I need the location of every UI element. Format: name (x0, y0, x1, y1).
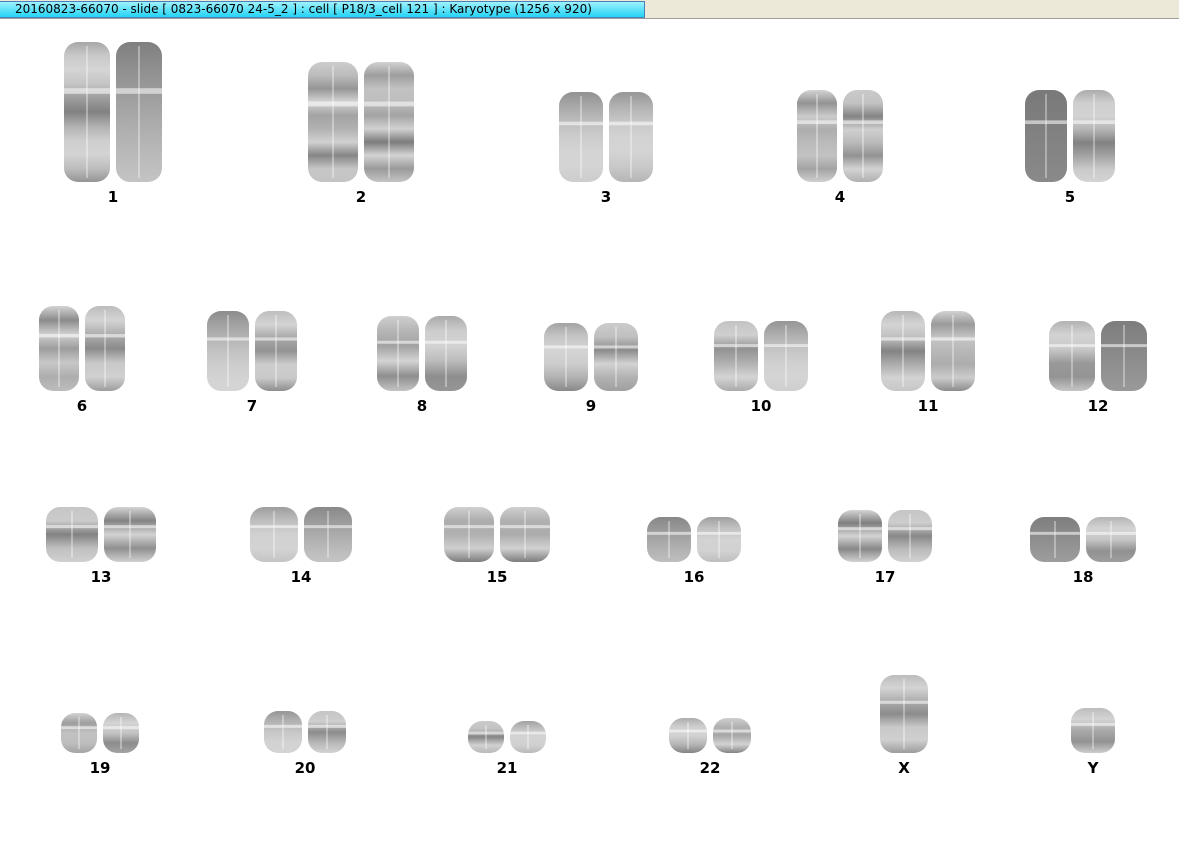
chromosome-image-x (879, 675, 929, 753)
chromosome-label-20: 20 (294, 759, 316, 777)
chromosome-pair-y[interactable] (1070, 708, 1116, 753)
chromosome-image-19 (60, 713, 140, 753)
chromosome-label-21: 21 (496, 759, 518, 777)
chromosome-label-19: 19 (89, 759, 111, 777)
chromosome-label-13: 13 (90, 568, 112, 586)
chromosome-pair-6[interactable] (38, 306, 126, 391)
chromosome-label-14: 14 (290, 568, 312, 586)
chromosome-pair-3[interactable] (558, 92, 654, 182)
chromosome-pair-17[interactable] (837, 510, 933, 562)
chromosome-image-10 (713, 321, 809, 391)
chromosome-label-10: 10 (750, 397, 772, 415)
chromosome-image-y (1070, 708, 1116, 753)
window-titlebar: 20160823-66070 - slide [ 0823-66070 24-5… (0, 0, 1179, 19)
chromosome-label-11: 11 (917, 397, 939, 415)
chromosome-pair-19[interactable] (60, 713, 140, 753)
chromosome-pair-12[interactable] (1048, 321, 1148, 391)
chromosome-pair-1[interactable] (63, 42, 163, 182)
window-title: 20160823-66070 - slide [ 0823-66070 24-5… (0, 1, 645, 18)
chromosome-label-1: 1 (107, 188, 119, 206)
chromosome-image-14 (249, 507, 353, 562)
chromosome-pair-2[interactable] (307, 62, 415, 182)
chromosome-image-22 (668, 718, 752, 753)
chromosome-label-16: 16 (683, 568, 705, 586)
chromosome-image-21 (467, 721, 547, 753)
chromosome-pair-21[interactable] (467, 721, 547, 753)
chromosome-image-4 (796, 90, 884, 182)
chromosome-label-2: 2 (355, 188, 367, 206)
chromosome-label-3: 3 (600, 188, 612, 206)
chromosome-pair-11[interactable] (880, 311, 976, 391)
chromosome-image-3 (558, 92, 654, 182)
chromosome-image-18 (1029, 517, 1137, 562)
chromosome-image-13 (45, 507, 157, 562)
chromosome-label-8: 8 (416, 397, 428, 415)
chromosome-pair-8[interactable] (376, 316, 468, 391)
chromosome-label-4: 4 (834, 188, 846, 206)
chromosome-label-9: 9 (585, 397, 597, 415)
chromosome-pair-13[interactable] (45, 507, 157, 562)
chromosome-label-6: 6 (76, 397, 88, 415)
chromosome-image-5 (1024, 90, 1116, 182)
chromosome-image-11 (880, 311, 976, 391)
chromosome-pair-14[interactable] (249, 507, 353, 562)
chromosome-image-8 (376, 316, 468, 391)
chromosome-image-6 (38, 306, 126, 391)
chromosome-label-5: 5 (1064, 188, 1076, 206)
chromosome-pair-9[interactable] (543, 323, 639, 391)
chromosome-image-15 (443, 507, 551, 562)
chromosome-label-x: X (898, 759, 910, 777)
chromosome-pair-16[interactable] (646, 517, 742, 562)
chromosome-pair-7[interactable] (206, 311, 298, 391)
chromosome-pair-10[interactable] (713, 321, 809, 391)
chromosome-label-7: 7 (246, 397, 258, 415)
chromosome-image-12 (1048, 321, 1148, 391)
chromosome-label-15: 15 (486, 568, 508, 586)
chromosome-image-20 (263, 711, 347, 753)
chromosome-label-y: Y (1087, 759, 1099, 777)
karyotype-canvas: 1 2 3 4 5 6 7 8 9 10 11 12 13 14 15 16 17 18 19 20 21 22 X Y (0, 20, 1179, 866)
chromosome-image-2 (307, 62, 415, 182)
chromosome-pair-22[interactable] (668, 718, 752, 753)
chromosome-pair-20[interactable] (263, 711, 347, 753)
chromosome-image-1 (63, 42, 163, 182)
chromosome-label-22: 22 (699, 759, 721, 777)
chromosome-pair-4[interactable] (796, 90, 884, 182)
chromosome-label-18: 18 (1072, 568, 1094, 586)
chromosome-label-17: 17 (874, 568, 896, 586)
chromosome-pair-x[interactable] (879, 675, 929, 753)
chromosome-image-17 (837, 510, 933, 562)
chromosome-pair-15[interactable] (443, 507, 551, 562)
chromosome-label-12: 12 (1087, 397, 1109, 415)
chromosome-pair-5[interactable] (1024, 90, 1116, 182)
chromosome-image-9 (543, 323, 639, 391)
chromosome-image-16 (646, 517, 742, 562)
chromosome-pair-18[interactable] (1029, 517, 1137, 562)
chromosome-image-7 (206, 311, 298, 391)
